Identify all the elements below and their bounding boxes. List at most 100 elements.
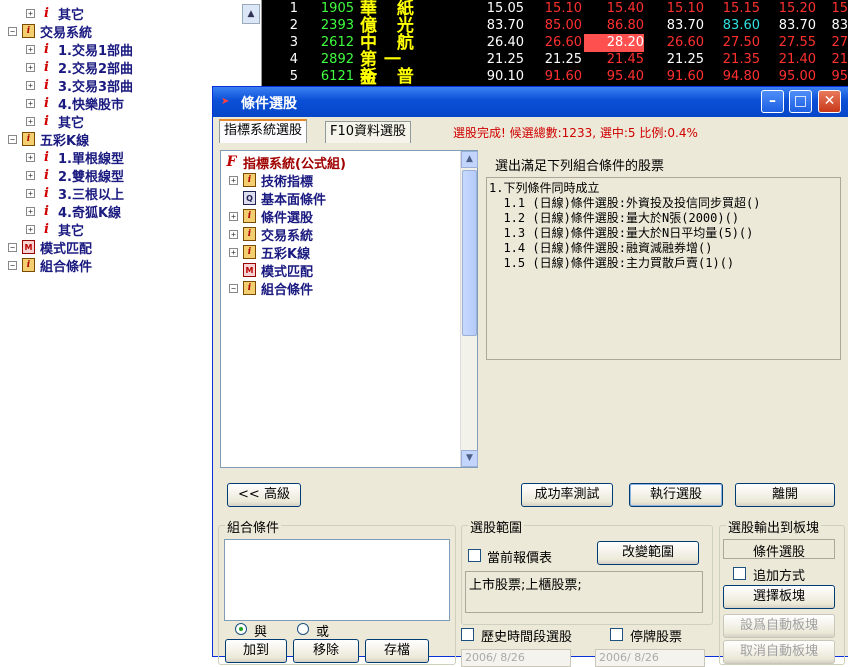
expand-plus-icon[interactable]: + [26, 224, 35, 234]
expand-plus-icon[interactable]: + [26, 44, 35, 54]
background-tree-item-label: 3.三根以上 [58, 187, 124, 203]
tab-f10-selection[interactable]: F10資料選股 [325, 121, 412, 143]
condition-line[interactable]: 1.4 (日線)條件選股:融資減融券增() [489, 241, 838, 256]
indicator-tree-item[interactable]: F 指標系統(公式組) [225, 153, 346, 172]
background-tree-item[interactable]: + i 4.快樂股市 [26, 94, 124, 113]
date-to-field[interactable]: 2006/ 8/26 [595, 649, 705, 667]
m-icon: M [22, 240, 35, 254]
background-tree-item[interactable]: + i 2.雙根線型 [26, 166, 124, 185]
combination-list[interactable] [224, 539, 450, 621]
suspended-stocks-checkbox[interactable] [610, 628, 623, 641]
indicator-tree-item[interactable]: + i 技術指標 [229, 171, 313, 190]
background-tree-item[interactable]: + i 2.交易2部曲 [26, 58, 133, 77]
success-rate-test-button[interactable]: 成功率測試 [521, 483, 613, 507]
advanced-button[interactable]: << 高級 [227, 483, 301, 507]
quote-cell: 91.60 [544, 69, 582, 84]
condition-line[interactable]: 1.1 (日線)條件選股:外資投及投信同步買超() [489, 196, 838, 211]
indicator-tree-item[interactable]: +Q基本面條件 [229, 189, 326, 208]
i-icon: i [44, 77, 49, 93]
background-tree-item[interactable]: + i 其它 [26, 112, 84, 131]
minimize-icon[interactable]: – [761, 90, 784, 113]
i-icon: i [44, 41, 49, 57]
append-mode-checkbox[interactable] [733, 567, 746, 580]
condition-line[interactable]: 1.2 (日線)條件選股:量大於N張(2000)() [489, 211, 838, 226]
quote-cell: 21 [831, 52, 848, 67]
collapse-minus-icon[interactable]: − [229, 283, 238, 293]
background-tree-item-label: 交易系統 [40, 25, 93, 41]
quote-row[interactable]: 2 2393 億 光 83.70 85.00 86.80 83.70 83.60 83.70 83 [262, 17, 848, 35]
quote-cell: 15.40 [606, 1, 644, 16]
scroll-up-arrow-icon[interactable]: ▲ [242, 4, 260, 24]
select-block-button[interactable]: 選擇板塊 [723, 585, 835, 609]
save-button[interactable]: 存檔 [365, 639, 429, 663]
date-from-field[interactable]: 2006/ 8/26 [461, 649, 571, 667]
dialog-title: 條件選股 [241, 96, 297, 112]
background-tree-item[interactable]: − i 交易系統 [8, 22, 93, 41]
maximize-icon[interactable]: □ [789, 90, 812, 113]
f-icon: F [226, 154, 237, 170]
indicator-tree-item[interactable]: − i 組合條件 [229, 279, 313, 298]
dialog-titlebar[interactable]: ➤ 條件選股 – □ ✕ [213, 87, 848, 117]
collapse-minus-icon[interactable]: − [8, 260, 17, 270]
current-quote-checkbox[interactable] [468, 549, 481, 562]
background-tree-item[interactable]: + i 1.交易1部曲 [26, 40, 133, 59]
indicator-tree-item[interactable]: + i 五彩K線 [229, 243, 310, 262]
range-group-title: 選股範圍 [468, 517, 525, 536]
background-tree-item[interactable]: + i 其它 [26, 220, 84, 239]
collapse-minus-icon[interactable]: − [8, 242, 17, 252]
execute-selection-button[interactable]: 執行選股 [629, 483, 723, 507]
condition-line[interactable]: 1.下列條件同時成立 [489, 181, 838, 196]
background-tree-item[interactable]: + i 4.奇狐K線 [26, 202, 121, 221]
expand-plus-icon[interactable]: + [229, 175, 238, 185]
indicator-tree-item[interactable]: +M模式匹配 [229, 261, 313, 280]
expand-plus-icon[interactable]: + [26, 152, 35, 162]
quote-cell: 28.20 [584, 34, 644, 52]
expand-plus-icon[interactable]: + [26, 8, 35, 18]
expand-plus-icon[interactable]: + [26, 170, 35, 180]
indicator-tree-item[interactable]: + i 交易系統 [229, 225, 313, 244]
collapse-minus-icon[interactable]: − [8, 26, 17, 36]
background-tree-item[interactable]: + i 其它 [26, 4, 84, 23]
expand-plus-icon[interactable]: + [229, 229, 238, 239]
expand-plus-icon[interactable]: + [26, 98, 35, 108]
scroll-up-arrow-icon[interactable]: ▲ [461, 151, 478, 168]
quote-row[interactable]: 5 6121 新 普 90.10 91.60 95.40 91.60 94.80 95.00 95 [262, 68, 848, 86]
background-tree-item[interactable]: + i 1.單根線型 [26, 148, 124, 167]
or-radio[interactable] [297, 623, 309, 635]
quote-cell: 95.00 [778, 69, 816, 84]
background-tree-item[interactable]: − i 五彩K線 [8, 130, 89, 149]
quote-row[interactable]: 1 1905 華 紙 15.05 15.10 15.40 15.10 15.15 15.20 15 [262, 0, 848, 18]
scroll-down-arrow-icon[interactable]: ▼ [461, 450, 478, 467]
background-tree-item[interactable]: − M 模式匹配 [8, 238, 92, 257]
condition-line[interactable]: 1.5 (日線)條件選股:主力買散戶賣(1)() [489, 256, 838, 271]
cancel-auto-block-button[interactable]: 取消自動板塊 [723, 640, 835, 664]
expand-plus-icon[interactable]: + [26, 206, 35, 216]
collapse-minus-icon[interactable]: − [8, 134, 17, 144]
remove-button[interactable]: 移除 [293, 639, 359, 663]
change-range-button[interactable]: 改變範圍 [597, 541, 699, 565]
quote-row[interactable]: 4 2892 第一金 21.25 21.25 21.45 21.25 21.35 21.40 21 [262, 51, 848, 87]
indicator-tree-item[interactable]: + i 條件選股 [229, 207, 313, 226]
quote-cell: 21.40 [778, 52, 816, 67]
set-auto-block-button[interactable]: 設爲自動板塊 [723, 614, 835, 638]
tab-indicator-selection[interactable]: 指標系統選股 [219, 119, 308, 143]
expand-plus-icon[interactable]: + [26, 62, 35, 72]
condition-line[interactable]: 1.3 (日線)條件選股:量大於N日平均量(5)() [489, 226, 838, 241]
leave-button[interactable]: 離開 [735, 483, 835, 507]
add-to-button[interactable]: 加到 [225, 639, 287, 663]
background-tree-item[interactable]: + i 3.交易3部曲 [26, 76, 133, 95]
history-period-checkbox[interactable] [461, 628, 474, 641]
scroll-thumb[interactable] [462, 170, 477, 336]
expand-plus-icon[interactable]: + [26, 116, 35, 126]
expand-plus-icon[interactable]: + [26, 80, 35, 90]
expand-plus-icon[interactable]: + [229, 247, 238, 257]
background-tree-item[interactable]: − i 組合條件 [8, 256, 92, 275]
expand-plus-icon[interactable]: + [229, 211, 238, 221]
quote-cell: 83.70 [666, 18, 704, 33]
and-radio[interactable] [235, 623, 247, 635]
tree-scrollbar[interactable]: ▲ ▼ [460, 151, 478, 467]
expand-plus-icon[interactable]: + [26, 188, 35, 198]
quote-row[interactable]: 3 2612 中 航 26.40 26.60 28.20 26.60 27.50 27.55 27 [262, 34, 848, 52]
close-icon[interactable]: ✕ [818, 90, 841, 113]
background-tree-item[interactable]: + i 3.三根以上 [26, 184, 124, 203]
